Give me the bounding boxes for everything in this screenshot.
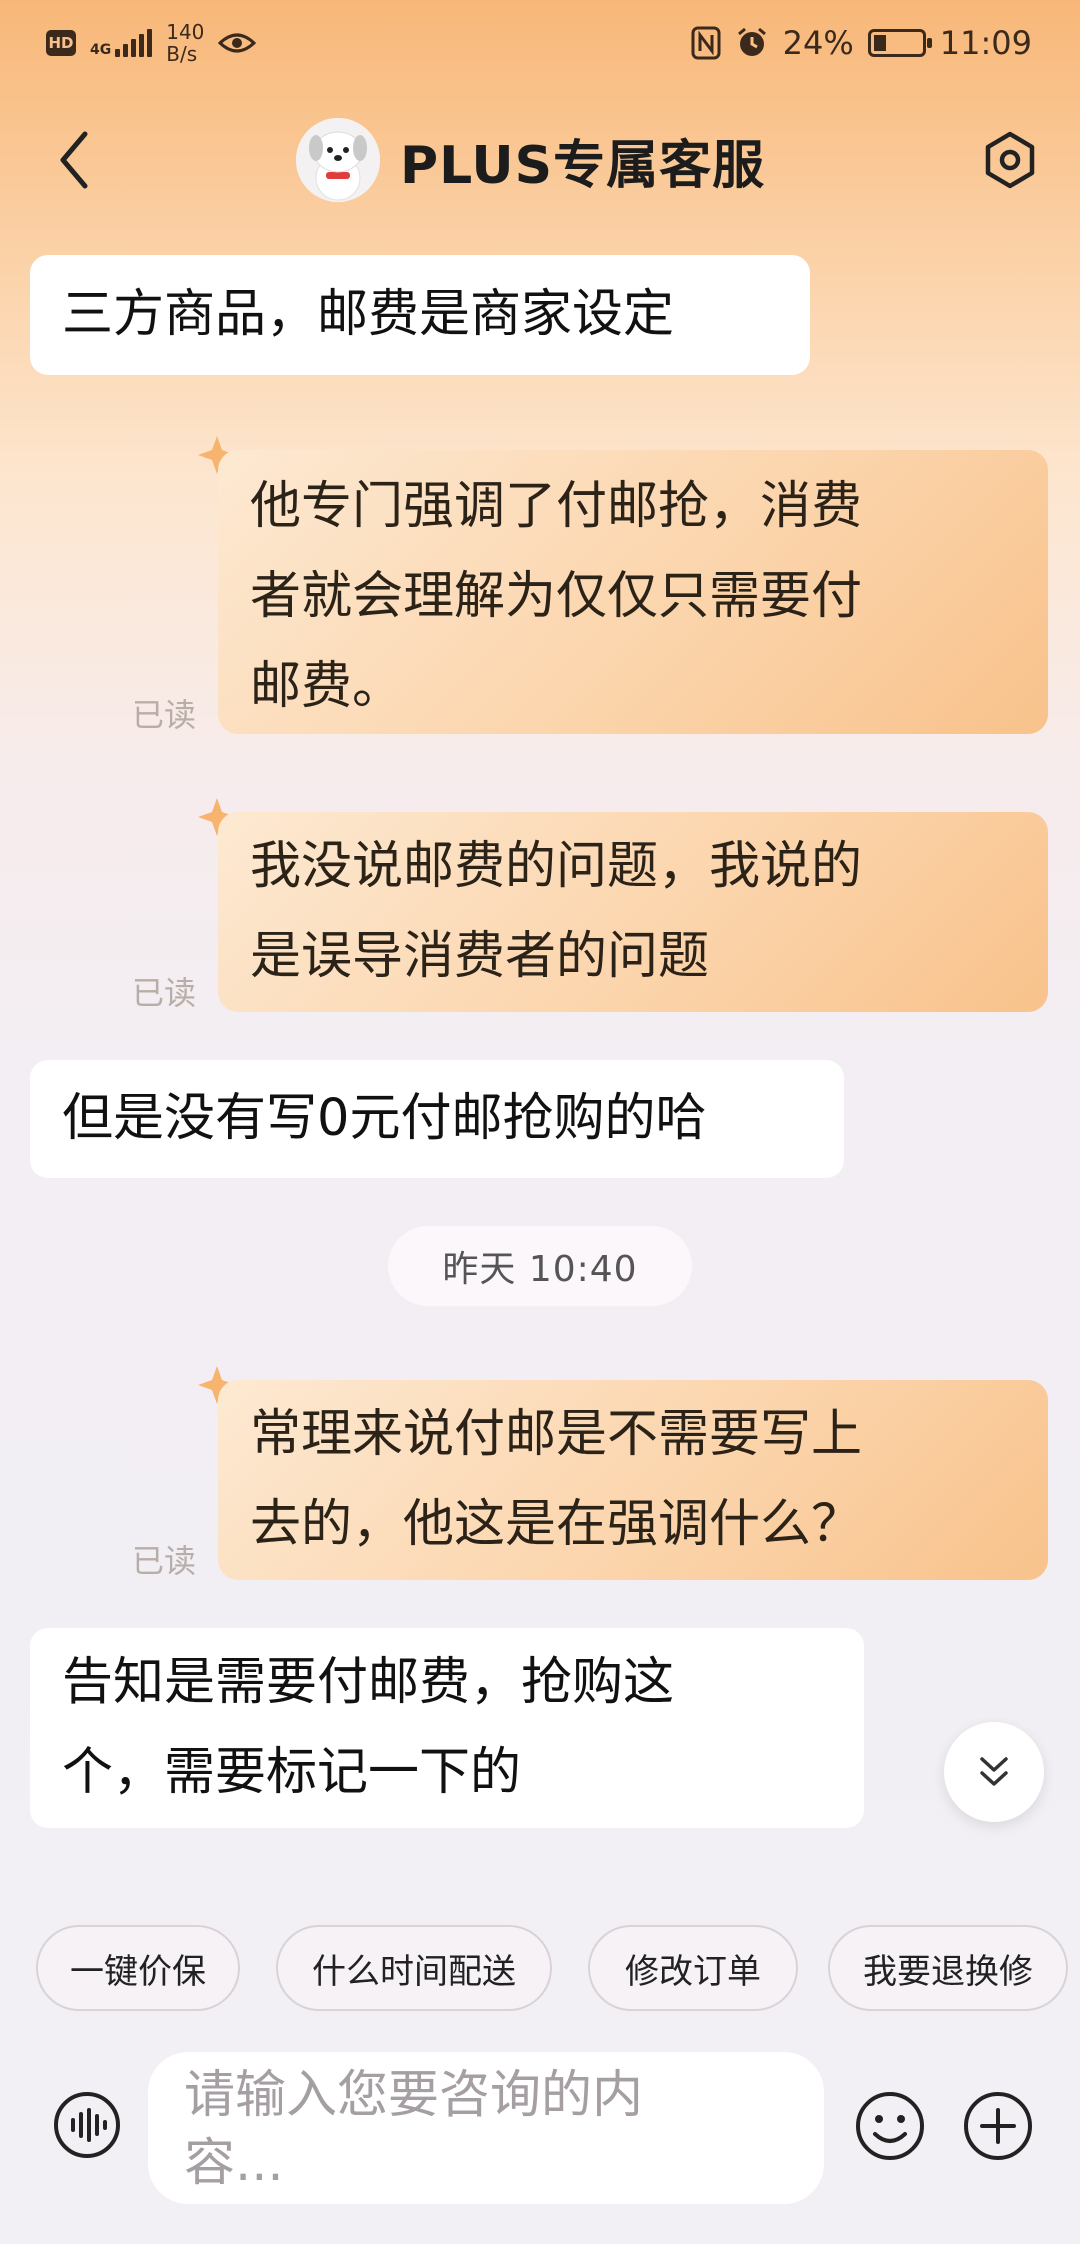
- input-placeholder: 容...: [184, 2134, 284, 2193]
- status-bar: HD 4G 140 B/s 24% 11:09: [0, 0, 1080, 86]
- scroll-to-bottom-button[interactable]: [944, 1722, 1044, 1822]
- emoji-icon[interactable]: [854, 2090, 926, 2162]
- plus-icon[interactable]: [962, 2090, 1034, 2162]
- read-receipt: 已读: [132, 1542, 197, 1580]
- message-line: 个，需要标记一下的: [62, 1743, 522, 1802]
- read-receipt: 已读: [132, 974, 197, 1012]
- network-speed: 140 B/s: [166, 21, 204, 65]
- message-line: 者就会理解为仅仅只需要付: [250, 567, 863, 626]
- timestamp-pill: 昨天 10:40: [388, 1226, 692, 1306]
- quick-reply-price-protect[interactable]: 一键价保: [36, 1925, 240, 2011]
- alarm-icon: [737, 27, 766, 56]
- message-line: 是误导消费者的问题: [250, 927, 710, 986]
- agent-message: 告知是需要付邮费，抢购这 个，需要标记一下的: [30, 1628, 864, 1828]
- nfc-icon: [691, 26, 721, 60]
- battery-percent: 24%: [782, 24, 854, 62]
- quick-reply-modify-order[interactable]: 修改订单: [588, 1925, 798, 2011]
- user-message: 我没说邮费的问题，我说的 是误导消费者的问题: [218, 812, 1048, 1012]
- settings-button[interactable]: [974, 124, 1046, 196]
- message-line: 我没说邮费的问题，我说的: [250, 837, 863, 896]
- battery-icon: [867, 29, 932, 57]
- status-left: HD 4G 140 B/s: [46, 18, 257, 68]
- chat-header: PLUS专属客服: [0, 100, 1080, 220]
- message-input[interactable]: 请输入您要咨询的内 容...: [148, 2052, 824, 2204]
- double-chevron-down-icon: [980, 1757, 1008, 1786]
- header-title-group: PLUS专属客服: [296, 118, 765, 202]
- message-line: 邮费。: [250, 657, 404, 716]
- message-text: 三方商品，邮费是商家设定: [62, 285, 675, 344]
- agent-message: 但是没有写0元付邮抢购的哈: [30, 1060, 844, 1178]
- read-receipt: 已读: [132, 696, 197, 734]
- quick-reply-delivery-time[interactable]: 什么时间配送: [276, 1925, 552, 2011]
- message-line: 去的，他这是在强调什么？: [250, 1495, 863, 1554]
- settings-icon: [985, 131, 1035, 189]
- clock-time: 11:09: [939, 24, 1032, 62]
- network-type: 4G: [90, 42, 112, 58]
- message-line: 告知是需要付邮费，抢购这: [62, 1653, 675, 1712]
- input-placeholder: 请输入您要咨询的内: [184, 2066, 644, 2125]
- quick-reply-return-exchange[interactable]: 我要退换修: [828, 1925, 1068, 2011]
- voice-icon[interactable]: [52, 2090, 122, 2160]
- hd-badge: HD: [46, 30, 76, 56]
- message-text: 但是没有写0元付邮抢购的哈: [62, 1089, 707, 1148]
- signal-icon: 4G: [90, 29, 153, 58]
- back-arrow-icon: [60, 131, 88, 189]
- message-line: 他专门强调了付邮抢，消费: [250, 477, 863, 536]
- back-button[interactable]: [44, 128, 104, 192]
- user-message: 他专门强调了付邮抢，消费 者就会理解为仅仅只需要付 邮费。: [218, 450, 1048, 734]
- speed-value: 140: [166, 20, 205, 44]
- message-line: 常理来说付邮是不需要写上: [250, 1405, 863, 1464]
- user-message: 常理来说付邮是不需要写上 去的，他这是在强调什么？: [218, 1380, 1048, 1580]
- eye-icon: [218, 33, 257, 53]
- speed-unit: B/s: [166, 42, 198, 66]
- chat-title: PLUS专属客服: [400, 135, 766, 196]
- agent-message: 三方商品，邮费是商家设定: [30, 255, 810, 375]
- mascot-avatar: [296, 118, 380, 202]
- status-right: 24% 11:09: [691, 20, 1032, 66]
